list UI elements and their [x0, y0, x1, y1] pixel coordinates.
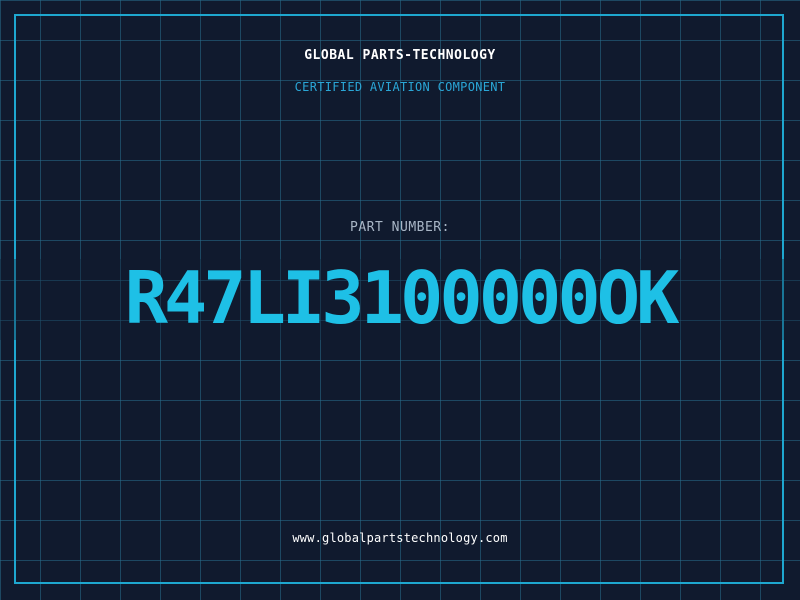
part-number-value: R47LI3100000OK [0, 256, 800, 340]
company-name: GLOBAL PARTS-TECHNOLOGY [304, 48, 496, 63]
certification-subtitle: CERTIFIED AVIATION COMPONENT [294, 80, 506, 94]
part-number-label: PART NUMBER: [350, 220, 450, 235]
website-url: www.globalpartstechnology.com [292, 531, 508, 545]
part-card: GLOBAL PARTS-TECHNOLOGY CERTIFIED AVIATI… [0, 0, 800, 600]
